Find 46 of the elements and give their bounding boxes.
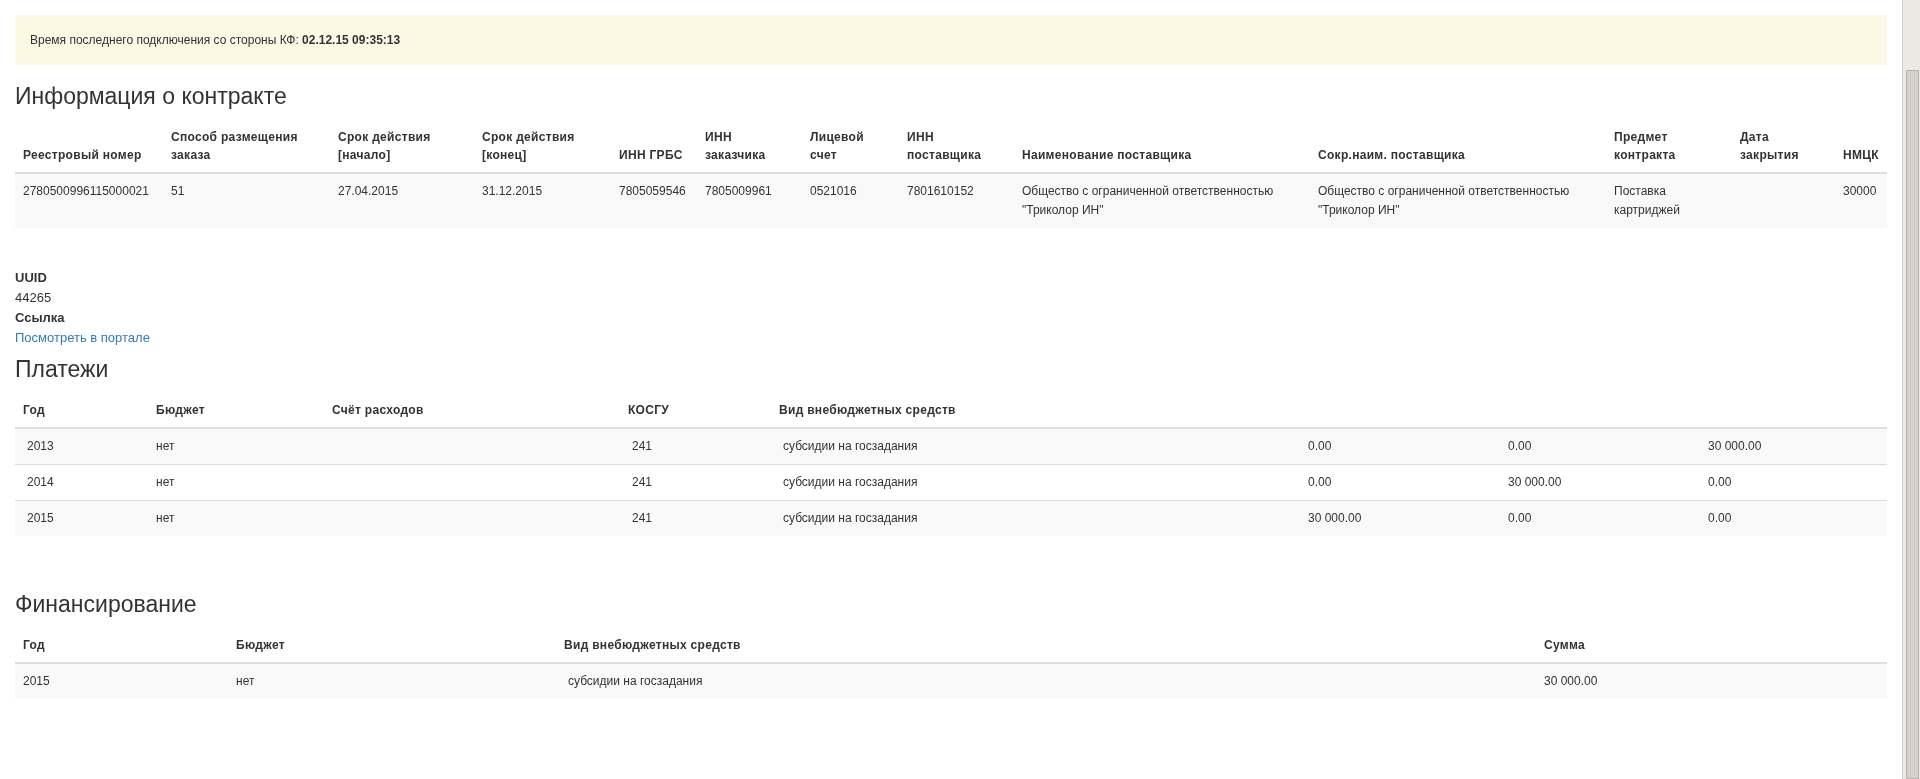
table-cell: нет (148, 500, 324, 536)
scrollbar[interactable] (1902, 0, 1920, 779)
table-cell: 2014 (15, 464, 148, 501)
table-cell: субсидии на госзадания (771, 428, 1300, 465)
table-cell: 7805009961 (697, 173, 802, 228)
table-cell: 31.12.2015 (474, 173, 611, 228)
field-label: Ссылка (15, 309, 66, 327)
table-cell: 27.04.2015 (330, 173, 474, 228)
portal-link[interactable]: Посмотреть в портале (15, 328, 150, 348)
table-cell: субсидии на госзадания (556, 663, 1536, 699)
table-cell: 241 (620, 464, 771, 501)
table-cell: субсидии на госзадания (771, 500, 1300, 536)
table-cell: 2013 (15, 428, 148, 465)
table-cell: 241 (620, 428, 771, 465)
table-cell: 30 000.00 (1700, 428, 1887, 465)
table-cell: 0.00 (1500, 500, 1700, 536)
table-cell: 30000 (1835, 173, 1887, 228)
table-cell: 0.00 (1300, 464, 1500, 501)
alert-text: Время последнего подключения со стороны КФ: 02.12.15 09:35:13 (30, 33, 401, 47)
table-cell: Общество с ограниченной ответственностью "Триколор ИН" (1310, 173, 1606, 228)
table-cell: нет (148, 428, 324, 465)
section-title: Платежи (15, 356, 110, 383)
table-cell: 30 000.00 (1536, 663, 1887, 699)
table-cell: нет (148, 464, 324, 501)
field-label: UUID (15, 269, 48, 287)
table-cell: 2015 (15, 500, 148, 536)
table-cell: 241 (620, 500, 771, 536)
table-cell: субсидии на госзадания (771, 464, 1300, 501)
table-cell: 7805059546 (611, 173, 697, 228)
table-cell: Общество с ограниченной ответственностью "Триколор ИН" (1014, 173, 1310, 228)
section-title: Информация о контракте (15, 83, 288, 110)
table-cell: 0.00 (1700, 500, 1887, 536)
table-cell: 0521016 (802, 173, 899, 228)
table-cell: 7801610152 (899, 173, 1014, 228)
table-cell: 0.00 (1700, 464, 1887, 501)
field-value: 44265 (15, 289, 53, 307)
table-cell: 0.00 (1500, 428, 1700, 465)
table-cell: 0.00 (1300, 428, 1500, 465)
table-cell: 30 000.00 (1300, 500, 1500, 536)
table-cell: 30 000.00 (1500, 464, 1700, 501)
table-cell: 2780500996115000021 (15, 173, 163, 228)
table-cell: Поставка картриджей (1606, 173, 1732, 228)
table-cell: 2015 (15, 663, 228, 699)
table-cell: 51 (163, 173, 330, 228)
section-title: Финансирование (15, 591, 198, 618)
table-cell: нет (228, 663, 556, 699)
